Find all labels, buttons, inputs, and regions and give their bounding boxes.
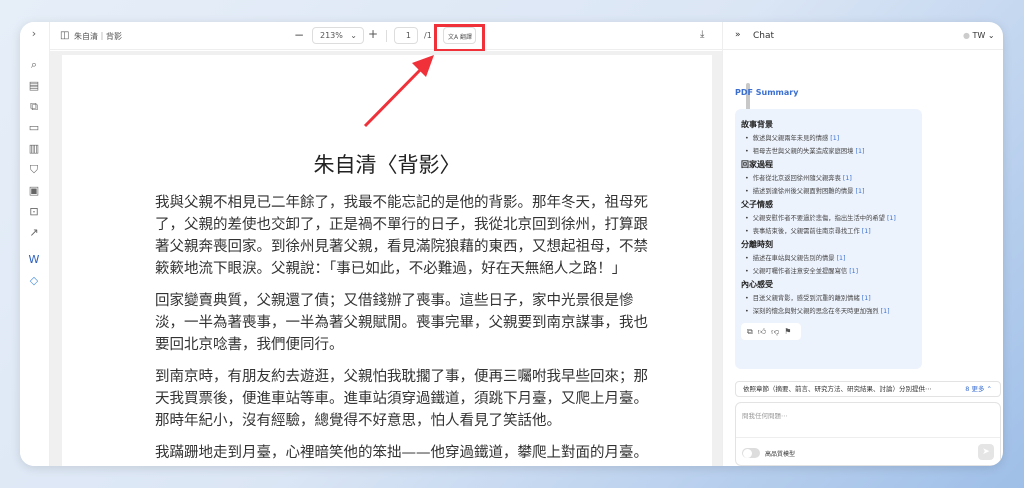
annotation-arrow [363,55,434,128]
